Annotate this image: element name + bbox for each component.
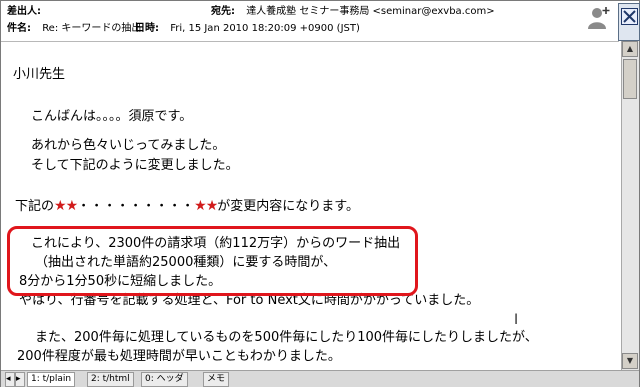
tab-html[interactable]: 2: t/html [87,372,134,387]
subject-row: 件名: Re: キーワードの抽出 [7,21,141,37]
scroll-down-button[interactable]: ▼ [622,353,638,369]
mail-viewer-window: 差出人: 宛先: 達人養成塾 セミナー事務局 <seminar@exvba.co… [0,0,640,387]
body-text: が変更内容になります。 [217,199,359,214]
from-label: 差出人: [7,6,41,17]
add-contact-icon[interactable] [586,5,612,31]
body-text: ・・・・・・・・・ [77,199,195,214]
date-value: Fri, 15 Jan 2010 18:20:09 +0900 (JST) [170,23,360,34]
star-icon: ★★ [54,198,78,214]
body-line: 小川先生 [13,67,66,82]
tab-header[interactable]: 0: ヘッダ [141,372,188,387]
close-icon[interactable] [621,8,638,25]
subject-value: Re: キーワードの抽出 [42,23,142,34]
message-body[interactable]: 小川先生 こんばんは。。。。須原です。 あれから色々いじってみました。 そして下… [1,43,621,369]
body-line: こんばんは。。。。須原です。 [31,109,193,124]
body-line: 200件程度が最も処理時間が早いこともわかりました。 [17,349,341,364]
scroll-up-button[interactable]: ▲ [622,41,638,57]
star-icon: ★★ [194,198,218,214]
from-row: 差出人: [7,4,49,20]
to-row: 宛先: 達人養成塾 セミナー事務局 <seminar@exvba.com> [211,4,495,20]
highlight-box [7,226,418,296]
date-label: 日時: [135,23,159,34]
vertical-scrollbar[interactable]: ▲ ▼ [621,41,639,370]
view-tabs: ◂ ▸ 1: t/plain 2: t/html 0: ヘッダ メモ [1,370,639,387]
date-row: 日時: Fri, 15 Jan 2010 18:20:09 +0900 (JST… [135,21,360,37]
tab-nav-right-icon[interactable]: ▸ [15,372,25,387]
scroll-thumb[interactable] [623,59,637,99]
mail-header: 差出人: 宛先: 達人養成塾 セミナー事務局 <seminar@exvba.co… [1,1,619,42]
tab-nav-left-icon[interactable]: ◂ [5,372,15,387]
subject-label: 件名: [7,23,31,34]
body-line: そして下記のように変更しました。 [31,158,239,173]
header-toggle-button[interactable] [618,3,640,41]
to-value: 達人養成塾 セミナー事務局 <seminar@exvba.com> [246,6,495,17]
text-cursor-icon: I [514,312,519,328]
body-line: また、200件毎に処理しているものを500件毎にしたり100件毎にしたりしました… [35,330,538,345]
to-label: 宛先: [211,6,235,17]
tab-memo[interactable]: メモ [203,372,230,387]
body-line: あれから色々いじってみました。 [31,138,226,153]
tab-plain[interactable]: 1: t/plain [27,372,76,387]
body-line: 下記の★★・・・・・・・・・★★が変更内容になります。 [15,196,359,217]
body-text: 下記の [15,199,55,214]
